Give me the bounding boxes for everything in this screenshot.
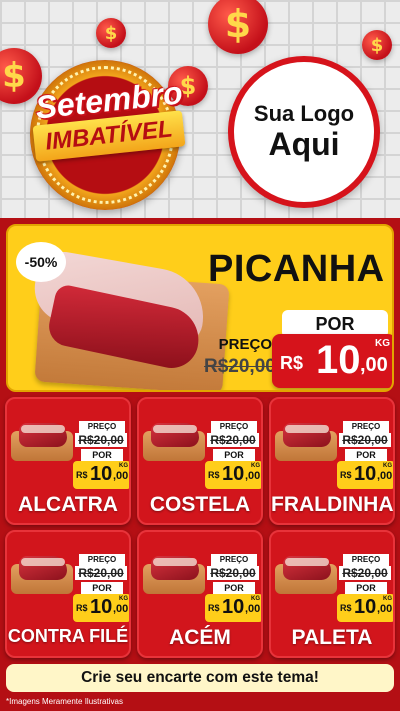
preco-label: PREÇO bbox=[343, 421, 389, 433]
price-decimal: ,00 bbox=[113, 470, 129, 482]
price-unit: KG bbox=[383, 596, 392, 602]
price-currency: R$ bbox=[76, 603, 88, 613]
price-integer: 10 bbox=[222, 596, 245, 618]
preco-label: PREÇO bbox=[79, 554, 125, 566]
logo-line2: Aqui bbox=[268, 126, 340, 163]
price-tag: R$ 10 ,00 KG bbox=[337, 594, 393, 622]
preco-label: PREÇO bbox=[211, 421, 257, 433]
disclaimer: *Imagens Meramente Ilustrativas bbox=[6, 697, 123, 706]
price-integer: 10 bbox=[90, 463, 113, 485]
product-card[interactable]: PREÇO R$20,00 POR R$ 10 ,00 KG CONTRA FI… bbox=[5, 530, 131, 658]
product-name: CONTRA FILÉ bbox=[7, 626, 129, 646]
product-image-fat bbox=[21, 558, 65, 566]
dollar-coin-icon: $ bbox=[208, 0, 268, 54]
discount-badge: -50% bbox=[16, 242, 66, 282]
price-currency: R$ bbox=[340, 603, 352, 613]
product-name: ALCATRA bbox=[18, 493, 118, 516]
product-name: FRALDINHA bbox=[271, 493, 394, 516]
product-name: PICANHA bbox=[208, 248, 385, 290]
product-image-fat bbox=[153, 425, 197, 433]
price-decimal: ,00 bbox=[245, 470, 261, 482]
price-tag: R$ 10 ,00 KG bbox=[205, 461, 261, 489]
price-decimal: ,00 bbox=[377, 603, 393, 615]
price-integer: 10 bbox=[354, 596, 377, 618]
old-price: R$20,00 bbox=[204, 356, 276, 377]
price-unit: KG bbox=[251, 463, 260, 469]
price-decimal: ,00 bbox=[377, 470, 393, 482]
price-tag: R$ 10 ,00 KG bbox=[272, 334, 392, 388]
price-currency: R$ bbox=[280, 353, 304, 373]
product-card[interactable]: PREÇO R$20,00 POR R$ 10 ,00 KG PALETA bbox=[269, 530, 395, 658]
old-price: R$20,00 bbox=[75, 566, 127, 580]
price-integer: 10 bbox=[222, 463, 245, 485]
preco-label: PREÇO bbox=[211, 554, 257, 566]
product-card[interactable]: PREÇO R$20,00 POR R$ 10 ,00 KG COSTELA bbox=[137, 397, 263, 525]
old-price: R$20,00 bbox=[75, 433, 127, 447]
price-tag: R$ 10 ,00 KG bbox=[205, 594, 261, 622]
logo-placeholder[interactable]: Sua Logo Aqui bbox=[228, 56, 380, 208]
preco-label: PREÇO bbox=[79, 421, 125, 433]
product-card[interactable]: PREÇO R$20,00 POR R$ 10 ,00 KG ALCATRA bbox=[5, 397, 131, 525]
price-tag: R$ 10 ,00 KG bbox=[337, 461, 393, 489]
product-image-fat bbox=[153, 558, 197, 566]
price-currency: R$ bbox=[76, 470, 88, 480]
logo-line1: Sua Logo bbox=[253, 101, 355, 127]
old-price: R$20,00 bbox=[339, 566, 391, 580]
product-name: COSTELA bbox=[149, 493, 251, 516]
price-unit: KG bbox=[119, 596, 128, 602]
dollar-coin-icon: $ bbox=[362, 30, 392, 60]
price-unit: KG bbox=[383, 463, 392, 469]
preco-label: PREÇO bbox=[343, 554, 389, 566]
old-price: R$20,00 bbox=[207, 433, 259, 447]
por-label: POR bbox=[81, 582, 123, 594]
por-label: POR bbox=[213, 582, 255, 594]
price-integer: 10 bbox=[90, 596, 113, 618]
product-name: PALETA bbox=[291, 626, 373, 649]
old-price: R$20,00 bbox=[207, 566, 259, 580]
dollar-coin-icon: $ bbox=[96, 18, 126, 48]
price-integer: 10 bbox=[316, 338, 361, 382]
old-price: R$20,00 bbox=[339, 433, 391, 447]
price-decimal: ,00 bbox=[245, 603, 261, 615]
product-image-fat bbox=[21, 425, 65, 433]
price-tag: R$ 10 ,00 KG bbox=[73, 461, 129, 489]
por-label: POR bbox=[345, 449, 387, 461]
price-unit: KG bbox=[251, 596, 260, 602]
price-decimal: ,00 bbox=[360, 354, 388, 376]
price-unit: KG bbox=[119, 463, 128, 469]
price-currency: R$ bbox=[208, 603, 220, 613]
product-image-fat bbox=[285, 425, 329, 433]
por-label: POR bbox=[81, 449, 123, 461]
price-decimal: ,00 bbox=[113, 603, 129, 615]
por-label: POR bbox=[345, 582, 387, 594]
product-name: ACÉM bbox=[169, 626, 231, 649]
price-unit: KG bbox=[375, 338, 390, 349]
header-banner: $ $ $ $ $ Setembro IMBATÍVEL Sua Logo Aq… bbox=[0, 0, 400, 218]
price-currency: R$ bbox=[208, 470, 220, 480]
por-label: POR bbox=[213, 449, 255, 461]
preco-label: PREÇO bbox=[218, 336, 272, 353]
product-card[interactable]: PREÇO R$20,00 POR R$ 10 ,00 KG ACÉM bbox=[137, 530, 263, 658]
product-image-fat bbox=[285, 558, 329, 566]
price-integer: 10 bbox=[354, 463, 377, 485]
price-tag: R$ 10 ,00 KG bbox=[73, 594, 129, 622]
product-card[interactable]: PREÇO R$20,00 POR R$ 10 ,00 KG FRALDINHA bbox=[269, 397, 395, 525]
featured-product-card[interactable]: -50% PICANHA PREÇO R$20,00 POR R$ 10 ,00… bbox=[6, 224, 394, 392]
cta-banner[interactable]: Crie seu encarte com este tema! bbox=[6, 664, 394, 692]
price-currency: R$ bbox=[340, 470, 352, 480]
